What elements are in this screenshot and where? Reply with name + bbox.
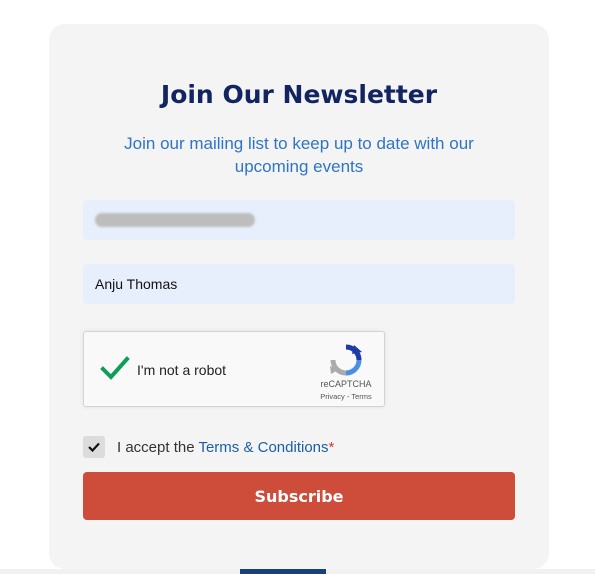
recaptcha-logo-icon — [330, 344, 362, 376]
newsletter-title: Join Our Newsletter — [160, 80, 438, 109]
accept-terms-label: I accept the Terms & Conditions* — [117, 439, 334, 456]
redacted-email — [95, 213, 255, 227]
newsletter-card: Join Our Newsletter Join our mailing lis… — [49, 24, 549, 569]
terms-conditions-link[interactable]: Terms & Conditions — [198, 439, 328, 456]
recaptcha-terms-link[interactable]: Terms — [351, 392, 371, 401]
recaptcha-widget: I'm not a robot reCAPTCHA Privacy - Term… — [83, 331, 385, 407]
email-field[interactable] — [83, 200, 515, 240]
accept-terms-checkbox[interactable] — [83, 436, 105, 458]
recaptcha-privacy-link[interactable]: Privacy — [320, 392, 345, 401]
recaptcha-links: Privacy - Terms — [306, 392, 386, 401]
accept-prefix: I accept the — [117, 439, 199, 456]
checkmark-icon[interactable] — [100, 356, 130, 382]
recaptcha-label: I'm not a robot — [137, 362, 227, 378]
required-asterisk: * — [328, 439, 335, 456]
newsletter-subtitle: Join our mailing list to keep up to date… — [124, 134, 474, 176]
footer-indicator — [240, 569, 326, 574]
name-field[interactable]: Anju Thomas — [83, 264, 515, 304]
subscribe-button[interactable]: Subscribe — [83, 472, 515, 520]
recaptcha-brand: reCAPTCHA — [320, 379, 372, 389]
name-field-value: Anju Thomas — [95, 276, 178, 292]
checkbox-check-icon — [88, 442, 100, 452]
